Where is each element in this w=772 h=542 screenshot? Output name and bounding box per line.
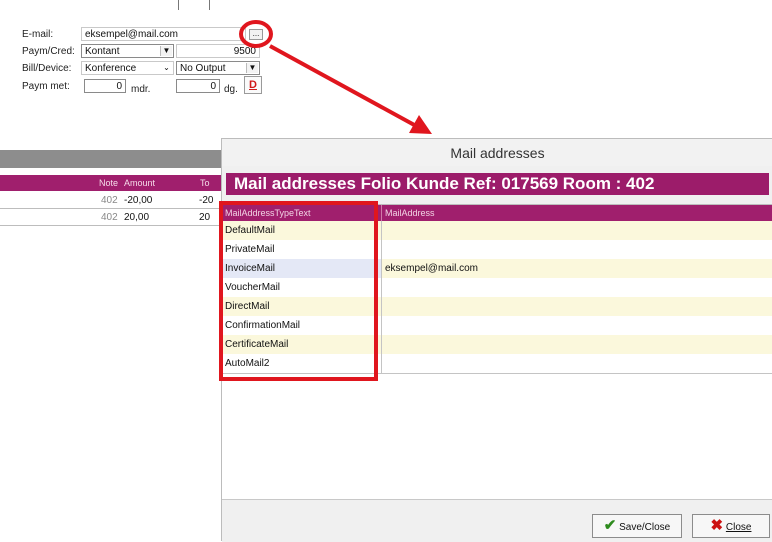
annotation-circle-icon [239,20,273,48]
annotation-arrow-line [269,44,419,129]
annotation-overlay [239,20,432,134]
